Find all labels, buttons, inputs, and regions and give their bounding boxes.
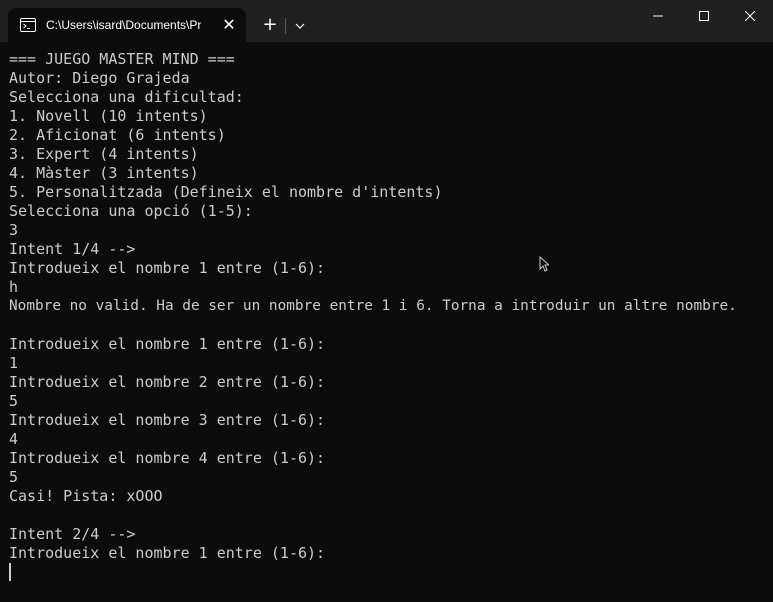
text-cursor — [9, 563, 11, 581]
mouse-pointer-icon — [539, 256, 549, 272]
terminal-line: 5 — [9, 468, 19, 486]
terminal-line: 3 — [9, 221, 19, 239]
terminal-line: 2. Aficionat (6 intents) — [9, 126, 226, 144]
minimize-button[interactable] — [635, 0, 681, 32]
maximize-button[interactable] — [681, 0, 727, 32]
title-bar: C:\Users\isard\Documents\Pr ✕ + — [0, 0, 773, 42]
terminal-icon — [20, 18, 36, 32]
terminal-line: 4. Màster (3 intents) — [9, 164, 199, 182]
maximize-icon — [699, 11, 709, 21]
terminal-line: 5 — [9, 392, 19, 410]
terminal-output[interactable]: === JUEGO MASTER MIND === Autor: Diego G… — [0, 42, 773, 602]
new-tab-button[interactable]: + — [258, 14, 282, 38]
close-icon — [745, 11, 755, 21]
terminal-line: === JUEGO MASTER MIND === — [9, 50, 235, 68]
terminal-line: 1. Novell (10 intents) — [9, 107, 208, 125]
terminal-line: Autor: Diego Grajeda — [9, 69, 190, 87]
tab-dropdown-button[interactable] — [290, 16, 310, 36]
window-close-button[interactable] — [727, 0, 773, 32]
terminal-line: Introdueix el nombre 3 entre (1-6): — [9, 411, 326, 429]
terminal-line: Intent 1/4 --> — [9, 240, 136, 258]
tab-separator — [285, 18, 286, 34]
minimize-icon — [653, 15, 663, 17]
terminal-line: Casi! Pista: xOOO — [9, 487, 163, 505]
terminal-tab[interactable]: C:\Users\isard\Documents\Pr ✕ — [8, 8, 246, 42]
terminal-line: 3. Expert (4 intents) — [9, 145, 199, 163]
terminal-line: 1 — [9, 354, 19, 372]
terminal-line: h — [9, 278, 19, 296]
chevron-down-icon — [295, 23, 305, 29]
terminal-line: 4 — [9, 430, 19, 448]
tab-title: C:\Users\isard\Documents\Pr — [46, 18, 202, 32]
terminal-line: Nombre no valid. Ha de ser un nombre ent… — [9, 298, 737, 314]
terminal-line: Intent 2/4 --> — [9, 525, 136, 543]
terminal-line: Introdueix el nombre 1 entre (1-6): — [9, 259, 326, 277]
terminal-line: Introdueix el nombre 4 entre (1-6): — [9, 449, 326, 467]
terminal-line: Selecciona una dificultad: — [9, 88, 244, 106]
terminal-line: Introdueix el nombre 1 entre (1-6): — [9, 335, 326, 353]
terminal-line: Selecciona una opció (1-5): — [9, 202, 253, 220]
tab-close-button[interactable]: ✕ — [220, 16, 238, 34]
terminal-line: Introdueix el nombre 1 entre (1-6): — [9, 544, 326, 562]
terminal-line: 5. Personalitzada (Defineix el nombre d'… — [9, 183, 443, 201]
terminal-line: Introdueix el nombre 2 entre (1-6): — [9, 373, 326, 391]
